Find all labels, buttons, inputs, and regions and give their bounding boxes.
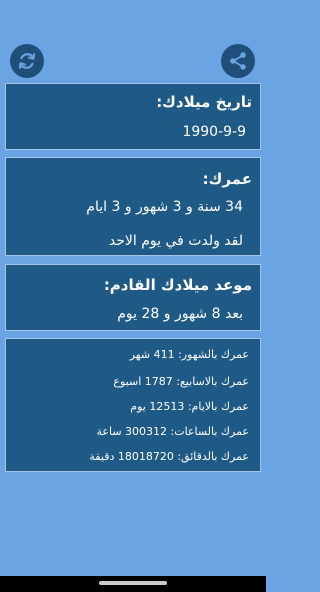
share-button[interactable] xyxy=(221,44,255,78)
refresh-button[interactable] xyxy=(10,44,44,78)
age-card: عمرك: 34 سنة و 3 شهور و 3 ايام لقد ولدت … xyxy=(5,157,261,256)
home-gesture-handle[interactable] xyxy=(99,581,167,585)
age-in-hours: عمرك بالساعات: 300312 ساعة xyxy=(96,425,250,438)
age-in-weeks: عمرك بالاسابيع: 1787 اسبوع xyxy=(113,375,249,388)
age-in-minutes: عمرك بالدقائق: 18018720 دقيقة xyxy=(89,450,249,463)
refresh-icon xyxy=(18,53,36,69)
age-in-days: عمرك بالايام: 12513 يوم xyxy=(130,400,249,413)
age-in-months: عمرك بالشهور: 411 شهر xyxy=(129,348,249,361)
age-stats-card: عمرك بالشهور: 411 شهر عمرك بالاسابيع: 17… xyxy=(5,338,261,472)
birth-date-title: تاريخ ميلادك: xyxy=(156,93,252,111)
birth-date-card: تاريخ ميلادك: 1990-9-9 xyxy=(5,83,261,150)
next-birthday-title: موعد ميلادك القادم: xyxy=(103,276,252,294)
birth-date-value: 1990-9-9 xyxy=(182,124,246,140)
age-value: 34 سنة و 3 شهور و 3 ايام xyxy=(86,199,243,215)
age-title: عمرك: xyxy=(202,170,252,188)
top-toolbar xyxy=(0,0,266,82)
birth-weekday: لقد ولدت في يوم الاحد xyxy=(108,233,243,249)
next-birthday-card: موعد ميلادك القادم: بعد 8 شهور و 28 يوم xyxy=(5,264,261,331)
share-icon xyxy=(230,52,246,70)
next-birthday-value: بعد 8 شهور و 28 يوم xyxy=(117,306,243,322)
system-navigation-bar xyxy=(0,576,266,592)
